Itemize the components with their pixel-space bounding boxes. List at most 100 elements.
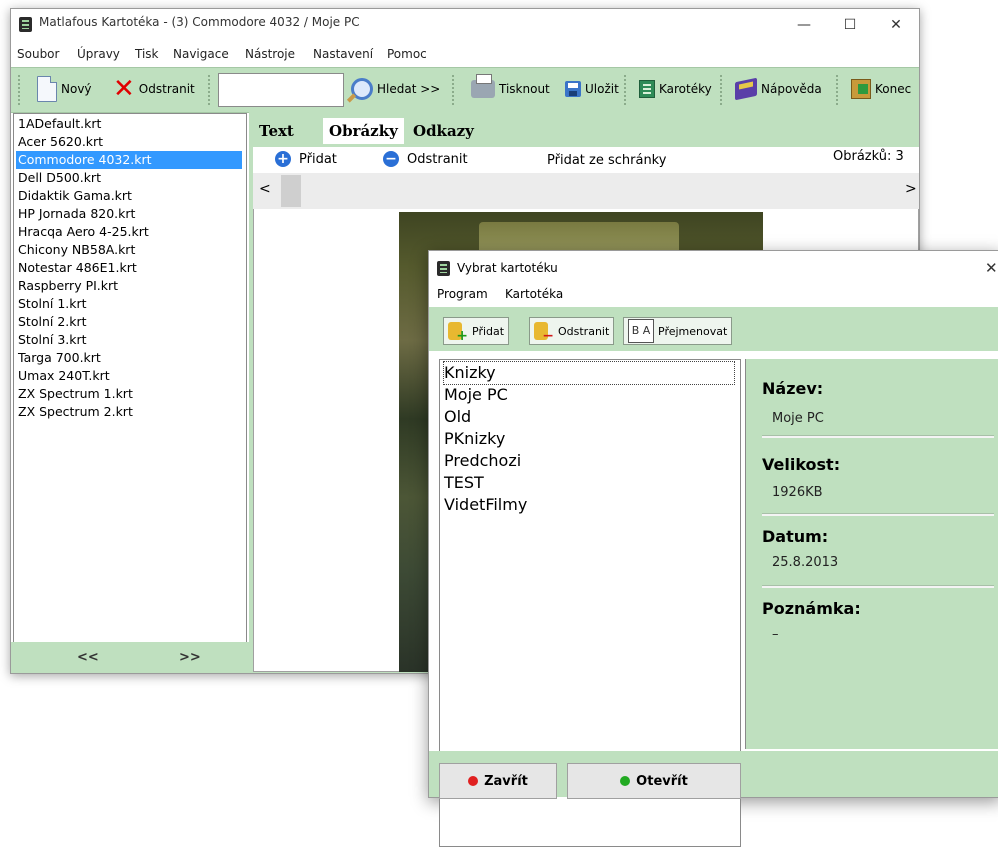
image-scrollbar[interactable]: < > bbox=[253, 173, 919, 210]
cards-button[interactable]: Karotéky bbox=[639, 74, 712, 104]
main-toolbar: Nový ✕ Odstranit Hledat >> Tisknout Ulož… bbox=[11, 67, 919, 113]
app-icon bbox=[19, 17, 32, 32]
cards-icon bbox=[639, 80, 655, 98]
file-item[interactable]: Stolní 2.krt bbox=[16, 313, 242, 331]
toolbar-grip[interactable] bbox=[623, 74, 627, 106]
toolbar-grip[interactable] bbox=[835, 74, 839, 106]
file-item[interactable]: Didaktik Gama.krt bbox=[16, 187, 242, 205]
menu-nastaveni[interactable]: Nastavení bbox=[313, 47, 373, 61]
file-item[interactable]: ZX Spectrum 2.krt bbox=[16, 403, 242, 421]
file-item[interactable]: ZX Spectrum 1.krt bbox=[16, 385, 242, 403]
tab-odkazy[interactable]: Odkazy bbox=[407, 118, 480, 144]
menu-tisk[interactable]: Tisk bbox=[135, 47, 159, 61]
file-item-selected[interactable]: Commodore 4032.krt bbox=[16, 151, 242, 169]
dialog-menu-program[interactable]: Program bbox=[437, 287, 488, 301]
search-button[interactable]: Hledat >> bbox=[351, 74, 440, 104]
tab-text[interactable]: Text bbox=[253, 118, 300, 144]
card-list-item[interactable]: Predchozi bbox=[444, 450, 521, 472]
toolbar-grip[interactable] bbox=[719, 74, 723, 106]
name-label: Název: bbox=[762, 379, 824, 398]
add-image-button[interactable]: + Přidat bbox=[275, 151, 337, 167]
card-list-item[interactable]: PKnizky bbox=[444, 428, 505, 450]
print-button[interactable]: Tisknout bbox=[471, 74, 550, 104]
close-button[interactable]: ✕ bbox=[873, 9, 919, 41]
file-item[interactable]: 1ADefault.krt bbox=[16, 115, 242, 133]
file-item[interactable]: Targa 700.krt bbox=[16, 349, 242, 367]
maximize-button[interactable]: ☐ bbox=[827, 9, 873, 41]
prev-button[interactable]: << bbox=[77, 650, 99, 665]
minimize-button[interactable]: — bbox=[781, 9, 827, 41]
printer-icon bbox=[471, 74, 495, 98]
list-navigation: << >> bbox=[11, 642, 251, 673]
card-list-item[interactable]: VidetFilmy bbox=[444, 494, 527, 516]
search-label: Hledat >> bbox=[377, 82, 441, 96]
dialog-menu-kartoteka[interactable]: Kartotéka bbox=[505, 287, 563, 301]
add-image-label: Přidat bbox=[299, 151, 337, 167]
remove-image-button[interactable]: − Odstranit bbox=[383, 151, 468, 167]
size-value: 1926KB bbox=[772, 485, 823, 500]
save-label: Uložit bbox=[585, 82, 619, 96]
close-dialog-label: Zavřít bbox=[484, 773, 528, 789]
delete-button[interactable]: ✕ Odstranit bbox=[113, 74, 195, 104]
delete-x-icon: ✕ bbox=[113, 74, 135, 104]
file-item[interactable]: Acer 5620.krt bbox=[16, 133, 242, 151]
scroll-right-arrow[interactable]: > bbox=[905, 181, 917, 197]
menu-navigace[interactable]: Navigace bbox=[173, 47, 229, 61]
toolbar-grip[interactable] bbox=[17, 74, 21, 106]
scroll-thumb[interactable] bbox=[281, 175, 301, 207]
menu-bar: Soubor Úpravy Tisk Navigace Nástroje Nas… bbox=[11, 41, 919, 65]
file-item[interactable]: Dell D500.krt bbox=[16, 169, 242, 187]
menu-upravy[interactable]: Úpravy bbox=[77, 47, 120, 61]
new-button[interactable]: Nový bbox=[37, 74, 92, 104]
info-divider bbox=[762, 435, 994, 438]
info-divider bbox=[762, 585, 994, 588]
dialog-menu-bar: Program Kartotéka bbox=[429, 285, 998, 305]
file-item[interactable]: Hracqa Aero 4-25.krt bbox=[16, 223, 242, 241]
rename-icon: B A bbox=[628, 319, 654, 343]
dialog-remove-button[interactable]: Odstranit bbox=[529, 317, 615, 345]
file-item[interactable]: Notestar 486E1.krt bbox=[16, 259, 242, 277]
card-info-panel: Název: Moje PC Velikost: 1926KB Datum: 2… bbox=[745, 359, 998, 749]
card-list-item[interactable]: Moje PC bbox=[444, 384, 508, 406]
close-dialog-button[interactable]: Zavřít bbox=[439, 763, 557, 799]
menu-soubor[interactable]: Soubor bbox=[17, 47, 59, 61]
help-button[interactable]: Nápověda bbox=[735, 74, 822, 104]
database-remove-icon bbox=[534, 322, 554, 344]
toolbar-grip[interactable] bbox=[207, 74, 211, 106]
dialog-rename-button[interactable]: B A Přejmenovat bbox=[623, 317, 733, 345]
dialog-rename-label: Přejmenovat bbox=[658, 324, 728, 338]
open-label: Otevřít bbox=[636, 773, 688, 789]
tab-obrazky[interactable]: Obrázky bbox=[323, 118, 404, 144]
file-item[interactable]: Chicony NB58A.krt bbox=[16, 241, 242, 259]
paste-image-button[interactable]: Přidat ze schránky bbox=[547, 153, 666, 168]
dialog-title-bar: Vybrat kartotéku ✕ bbox=[429, 251, 998, 285]
green-dot-icon bbox=[620, 776, 631, 786]
file-item[interactable]: Stolní 1.krt bbox=[16, 295, 242, 313]
toolbar-grip[interactable] bbox=[451, 74, 455, 106]
note-label: Poznámka: bbox=[762, 599, 861, 618]
date-label: Datum: bbox=[762, 527, 829, 546]
new-document-icon bbox=[37, 76, 57, 102]
dialog-remove-label: Odstranit bbox=[558, 324, 610, 338]
search-input[interactable] bbox=[218, 73, 344, 107]
card-list-item[interactable]: TEST bbox=[444, 472, 484, 494]
date-value: 25.8.2013 bbox=[772, 555, 839, 570]
menu-nastroje[interactable]: Nástroje bbox=[245, 47, 295, 61]
file-item[interactable]: Raspberry PI.krt bbox=[16, 277, 242, 295]
dialog-close-button[interactable]: ✕ bbox=[985, 259, 998, 277]
search-icon bbox=[351, 78, 373, 100]
menu-pomoc[interactable]: Pomoc bbox=[387, 47, 427, 61]
dialog-add-button[interactable]: Přidat bbox=[443, 317, 510, 345]
file-item[interactable]: Stolní 3.krt bbox=[16, 331, 242, 349]
exit-button[interactable]: Konec bbox=[851, 74, 911, 104]
next-button[interactable]: >> bbox=[179, 650, 201, 665]
open-button[interactable]: Otevřít bbox=[567, 763, 741, 799]
card-list-item[interactable]: Old bbox=[444, 406, 471, 428]
file-item[interactable]: Umax 240T.krt bbox=[16, 367, 242, 385]
scroll-left-arrow[interactable]: < bbox=[259, 181, 271, 197]
file-item[interactable]: HP Jornada 820.krt bbox=[16, 205, 242, 223]
database-add-icon bbox=[448, 322, 468, 344]
file-list[interactable]: 1ADefault.krt Acer 5620.krt Commodore 40… bbox=[13, 113, 247, 643]
save-button[interactable]: Uložit bbox=[565, 74, 619, 104]
card-list-item-selected[interactable]: Knizky bbox=[443, 361, 735, 385]
